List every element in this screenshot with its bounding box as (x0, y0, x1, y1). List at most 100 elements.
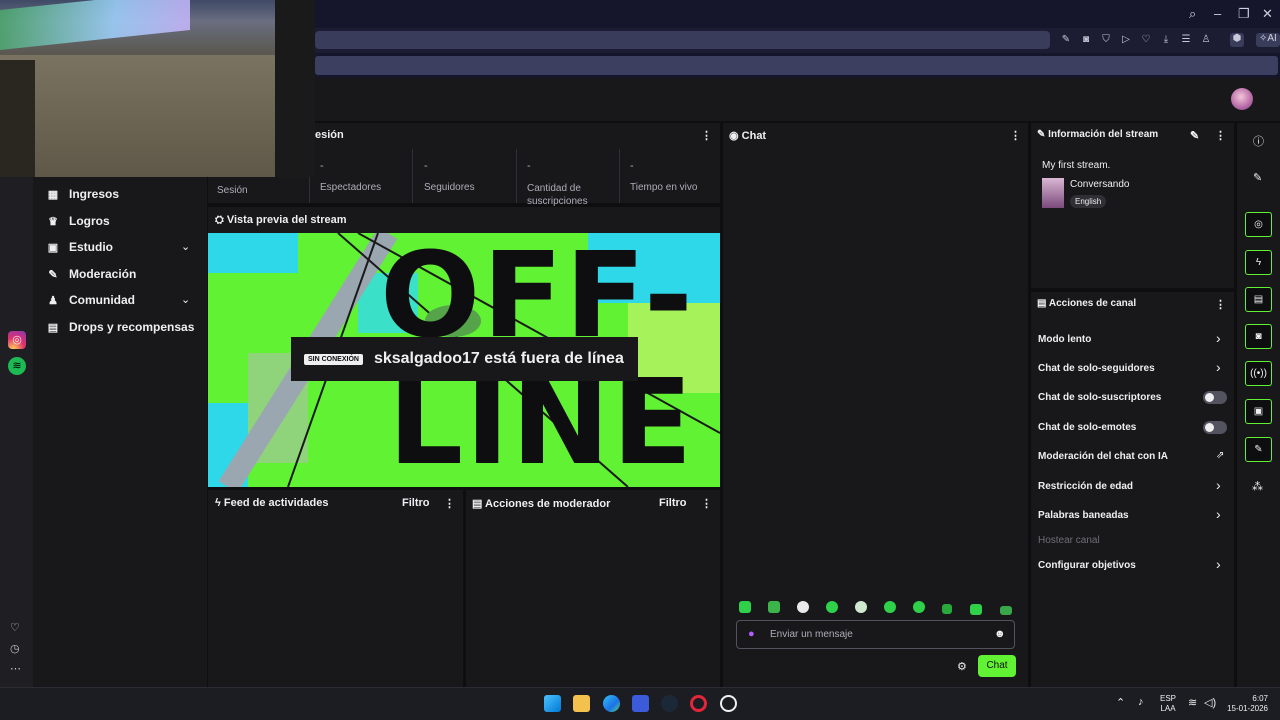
close-window-button[interactable]: ✕ (1262, 6, 1273, 22)
gear-icon[interactable]: ⚙ (957, 660, 967, 673)
maximize-button[interactable]: ❐ (1238, 6, 1250, 22)
action-slow-mode[interactable]: Modo lento (1038, 334, 1091, 345)
store-icon[interactable] (632, 695, 649, 712)
emotes-only-toggle[interactable] (1203, 421, 1227, 434)
offline-art-text-bottom: LINE (388, 353, 695, 487)
activity-feed-title: ϟ Feed de actividades (215, 497, 329, 509)
address-bar[interactable] (315, 31, 1050, 49)
emote-icon[interactable] (855, 601, 867, 613)
emote-icon[interactable] (1000, 606, 1012, 615)
microphone-icon[interactable]: ♪ (1138, 696, 1144, 708)
wifi-icon[interactable]: ≋ (1188, 696, 1197, 709)
spotify-icon[interactable]: ≋ (8, 357, 26, 375)
quick-action-wrench[interactable]: ✎ (1245, 437, 1272, 462)
heart-icon[interactable]: ♡ (1140, 34, 1152, 46)
list-icon: ▤ (472, 498, 486, 510)
chevron-right-icon[interactable]: › (1216, 330, 1221, 346)
windows-start-icon[interactable] (544, 695, 561, 712)
history-icon[interactable]: ◷ (10, 642, 20, 655)
clock[interactable]: 6:07 15-01-2026 (1224, 694, 1268, 714)
download-icon[interactable]: ⤓ (1160, 34, 1172, 46)
emote-icon[interactable] (826, 601, 838, 613)
search-icon[interactable]: ⌕ (1189, 6, 1196, 22)
emote-icon[interactable] (768, 601, 780, 613)
emote-icon[interactable] (942, 604, 952, 614)
nav-item-logros[interactable]: ♛ Logros (47, 211, 110, 231)
offline-art-text-top: OFF- (380, 233, 695, 364)
more-options-icon[interactable]: ⋮ (1215, 129, 1226, 142)
quick-action-save[interactable]: ▣ (1245, 399, 1272, 424)
microphone-icon[interactable]: ● (748, 628, 755, 640)
heart-icon[interactable]: ♡ (10, 621, 20, 634)
minimize-button[interactable]: – (1214, 6, 1221, 21)
subscribers-only-toggle[interactable] (1203, 391, 1227, 404)
emote-icon[interactable] (739, 601, 751, 613)
chevron-right-icon[interactable]: › (1216, 556, 1221, 572)
quick-action-clip[interactable]: ◎ (1245, 212, 1272, 237)
profile-icon[interactable]: ♙ (1200, 34, 1212, 46)
menu-icon[interactable]: ☰ (1180, 34, 1192, 46)
action-banned-words[interactable]: Palabras baneadas (1038, 510, 1129, 521)
extension-icon[interactable]: ⬢ (1230, 33, 1244, 47)
volume-icon[interactable]: ◁) (1204, 696, 1216, 709)
action-age-restriction[interactable]: Restricción de edad (1038, 481, 1133, 492)
instagram-icon[interactable]: ◎ (8, 331, 26, 349)
send-icon[interactable]: ▷ (1120, 34, 1132, 46)
chevron-right-icon[interactable]: › (1216, 506, 1221, 522)
nav-item-label: Comunidad (69, 293, 135, 307)
chevron-right-icon[interactable]: › (1216, 477, 1221, 493)
nav-item-ingresos[interactable]: ▦ Ingresos (47, 184, 119, 204)
stat-label: Seguidores (424, 182, 475, 193)
chevron-down-icon[interactable]: ⌄ (181, 240, 190, 253)
opera-icon[interactable] (690, 695, 707, 712)
shield-icon[interactable]: ⛉ (1100, 34, 1112, 46)
edge-icon[interactable] (603, 695, 620, 712)
quick-action-note[interactable]: ▤ (1245, 287, 1272, 312)
filter-button[interactable]: Filtro (659, 497, 687, 509)
chevron-down-icon[interactable]: ⌄ (181, 293, 190, 306)
nav-item-comunidad[interactable]: ♟ Comunidad (47, 290, 135, 310)
user-avatar[interactable] (1231, 88, 1253, 110)
pencil-icon[interactable]: ✎ (1253, 171, 1262, 184)
more-options-icon[interactable]: ⋮ (444, 497, 455, 510)
edit-icon[interactable]: ✎ (1060, 34, 1072, 46)
more-options-icon[interactable]: ⋮ (701, 129, 712, 142)
clock-time: 6:07 (1252, 694, 1268, 703)
more-options-icon[interactable]: ⋮ (701, 497, 712, 510)
info-icon[interactable]: ⓘ (1253, 133, 1264, 149)
more-options-icon[interactable]: ⋮ (1215, 298, 1226, 311)
obs-icon[interactable] (720, 695, 737, 712)
emote-icon[interactable] (913, 601, 925, 613)
emote-icon[interactable] (797, 601, 809, 613)
send-chat-button[interactable]: Chat (978, 655, 1016, 677)
edit-icon[interactable]: ✎ (1190, 129, 1199, 142)
tray-expand-icon[interactable]: ⌃ (1116, 696, 1125, 709)
offline-badge: SIN CONEXIÓN (304, 353, 363, 365)
nav-item-drops[interactable]: ▤ Drops y recompensas (47, 317, 195, 337)
action-subscribers-only: Chat de solo-suscriptores (1038, 392, 1162, 403)
action-ai-moderation[interactable]: Moderación del chat con IA (1038, 451, 1168, 462)
more-options-icon[interactable]: ⋮ (1010, 129, 1021, 142)
chevron-right-icon[interactable]: › (1216, 359, 1221, 375)
action-configure-goals[interactable]: Configurar objetivos (1038, 560, 1136, 571)
more-icon[interactable]: ⋯ (10, 662, 21, 675)
quick-action-chat[interactable]: ◙ (1245, 324, 1272, 349)
quick-action-broadcast[interactable]: ((•)) (1245, 361, 1272, 386)
language-indicator[interactable]: ESP LAA (1160, 694, 1176, 714)
emote-icon[interactable] (970, 604, 982, 615)
quick-action-bolt[interactable]: ϟ (1245, 250, 1272, 275)
ai-button[interactable]: ✧AI (1256, 33, 1280, 47)
steam-icon[interactable] (661, 695, 678, 712)
bolt-icon: ϟ (215, 497, 224, 509)
emote-icon[interactable] (884, 601, 896, 613)
nav-item-moderacion[interactable]: ✎ Moderación (47, 264, 136, 284)
nav-item-estudio[interactable]: ▣ Estudio (47, 237, 113, 257)
camera-icon[interactable]: ◙ (1080, 34, 1092, 46)
external-link-icon[interactable]: ⇗ (1216, 450, 1224, 461)
action-followers-only[interactable]: Chat de solo-seguidores (1038, 363, 1155, 374)
filter-button[interactable]: Filtro (402, 497, 430, 509)
add-action-icon[interactable]: ⁂ (1252, 480, 1263, 493)
emoji-icon[interactable]: ☻ (994, 628, 1006, 640)
stat-label: Cantidad de suscripciones (527, 183, 588, 207)
file-explorer-icon[interactable] (573, 695, 590, 712)
